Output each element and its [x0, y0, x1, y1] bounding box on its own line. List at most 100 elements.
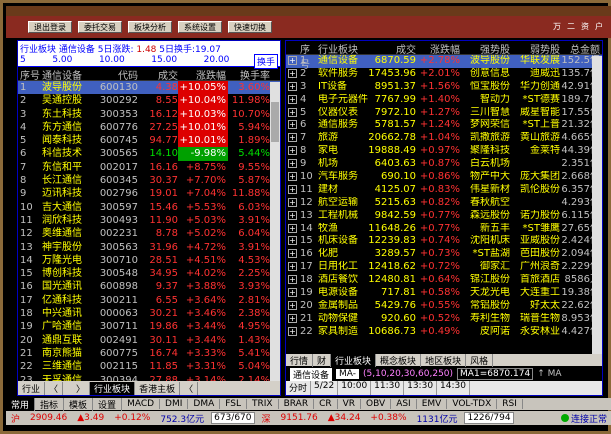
indicator-tab[interactable]: EMV [417, 399, 448, 409]
sector-row[interactable]: +3 IT设备 8951.37 +1.56% 恒宝股份 华力创通 42.91亿 [286, 81, 602, 94]
indicator-tab[interactable]: VOL-TDX [447, 399, 498, 409]
expand-icon[interactable]: + [286, 313, 300, 326]
stock-row[interactable]: 13 神宇股份 300563 31.96 +4.72% 3.91% [18, 241, 280, 254]
stock-row[interactable]: 15 博创科技 300548 34.95 +4.02% 2.25% [18, 267, 280, 280]
toolbar-button-settings[interactable]: 系统设置 [178, 21, 222, 33]
expand-icon[interactable]: + [286, 223, 300, 236]
stock-row[interactable]: 10 吉大通信 300597 15.46 +5.53% 6.03% [18, 201, 280, 214]
stock-row[interactable]: 19 广哈通信 300711 19.86 +3.44% 4.95% [18, 320, 280, 333]
col-change[interactable]: 涨跌幅 [178, 67, 228, 80]
stock-list-scrollbar[interactable] [270, 82, 280, 382]
sector-row[interactable]: +17 日用化工 12418.62 +0.72% 御家汇 广州浪奇 2.229亿 [286, 261, 602, 274]
stock-row[interactable]: 16 国光通讯 600898 9.37 +3.88% 3.93% [18, 280, 280, 293]
ma-toggle[interactable]: ↑ MA [537, 369, 561, 379]
indicator-tab[interactable]: VR [338, 399, 362, 409]
sector-row[interactable]: +12 航空运输 5215.63 +0.82% 春秋航空 4.293亿 [286, 197, 602, 210]
tab-industry-sector[interactable]: 行业板块 [90, 381, 136, 395]
sector-row[interactable]: +20 金属制品 5429.76 +0.55% 常铝股份 好太太 22.62亿 [286, 300, 602, 313]
expand-icon[interactable]: + [286, 158, 300, 171]
expand-icon[interactable]: + [286, 197, 300, 210]
stock-row[interactable]: 21 南京熊猫 600775 16.74 +3.33% 5.41% [18, 347, 280, 360]
sector-row[interactable]: +8 家电 19888.49 +0.97% 聚隆科技 金莱特 44.39亿 [286, 145, 602, 158]
expand-icon[interactable]: + [286, 287, 300, 300]
tab-industry-sector[interactable]: 行业板块 [331, 353, 377, 367]
sector-row[interactable]: +18 酒店餐饮 12480.81 +0.64% 锦江股份 首旅酒店 8586万 [286, 274, 602, 287]
toolbar-button-trade[interactable]: 委托交易 [78, 21, 122, 33]
tab-left-arrow[interactable]: 〈 [180, 381, 199, 395]
sector-row[interactable]: +6 通信服务 5781.57 +1.24% 梦网荣信 *ST上普 21.32亿 [286, 119, 602, 132]
indicator-tab[interactable]: CR [314, 399, 338, 409]
toolbar-button-sector[interactable]: 板块分析 [128, 21, 172, 33]
sector-row[interactable]: +15 机床设备 12239.83 +0.74% 沈阳机床 亚威股份 2.424亿 [286, 235, 602, 248]
sector-row[interactable]: +10 汽车服务 690.10 +0.86% 物产中大 庞大集团 2.668亿 [286, 171, 602, 184]
expand-icon[interactable]: + [286, 300, 300, 313]
sector-row[interactable]: +9 机场 6403.63 +0.87% 白云机场 2.351亿 [286, 158, 602, 171]
sector-row[interactable]: +22 家具制造 10686.73 +0.49% 皮阿诺 永安林业 4.427亿 [286, 326, 602, 339]
sector-row[interactable]: +21 动物保健 920.60 +0.52% 寿利生物 瑞普生物 8.953亿 [286, 313, 602, 326]
expand-icon[interactable]: + [286, 210, 300, 223]
indicator-tab[interactable]: OBV [361, 399, 392, 409]
stock-row[interactable]: 22 三维通信 002115 11.85 +3.31% 5.04% [18, 360, 280, 373]
col-strong[interactable]: 强势股 [460, 41, 510, 56]
sector-row[interactable]: +19 电源设备 717.81 +0.58% 天龙光电 大连重工 19.38亿 [286, 287, 602, 300]
col-change[interactable]: 涨跌幅 [416, 41, 460, 56]
expand-icon[interactable]: + [286, 107, 300, 120]
sector-row[interactable]: +1 通信设备 6870.59 +2.78% 波导股份 华联发展 152.5亿 [286, 55, 602, 68]
toolbar-button-switch[interactable]: 快速切换 [228, 21, 272, 33]
col-sector[interactable]: 行业板块 [318, 41, 368, 56]
sector-list-scrollbar[interactable] [592, 56, 602, 354]
expand-icon[interactable]: + [286, 119, 300, 132]
stock-row[interactable]: 4 东方通信 600776 27.25 +10.01% 5.94% [18, 120, 280, 135]
col-price[interactable]: 成交 [138, 67, 178, 80]
scrollbar-thumb[interactable] [271, 102, 279, 142]
indicator-tab[interactable]: 模板 [64, 397, 94, 411]
expand-icon[interactable]: + [286, 81, 300, 94]
indicator-tab[interactable]: 指标 [35, 397, 65, 411]
stock-row[interactable]: 5 闻泰科技 600745 94.77 +10.01% 1.89% [18, 134, 280, 148]
tab-next-arrow[interactable]: 〉 [72, 381, 91, 395]
stock-row[interactable]: 20 通鼎互联 002491 30.11 +3.44% 1.43% [18, 334, 280, 347]
expand-icon[interactable]: + [286, 274, 300, 287]
stock-row[interactable]: 12 奥维通信 002231 8.78 +5.02% 6.04% [18, 227, 280, 240]
sector-row[interactable]: +7 旅游 20662.78 +1.04% 凯撒旅游 黄山旅游 4.665亿 [286, 132, 602, 145]
indicator-tab[interactable]: 常用 [6, 397, 36, 411]
sector-row[interactable]: +11 建材 4125.07 +0.83% 伟星新材 凯伦股份 6.357亿 [286, 184, 602, 197]
expand-icon[interactable]: + [286, 145, 300, 158]
col-index[interactable]: 序号 [300, 41, 318, 71]
tab-quote[interactable]: 行业 [18, 381, 46, 395]
tab-finance[interactable]: 财 [313, 353, 332, 367]
stock-row[interactable]: 6 科信技术 300565 14.10 -9.98% 5.44% [18, 147, 280, 161]
col-weak[interactable]: 弱势股 [510, 41, 560, 56]
indicator-tab[interactable]: MACD [122, 399, 161, 409]
sector-row[interactable]: +5 仪器仪表 7972.10 +1.27% 三川智慧 威星智能 17.55亿 [286, 107, 602, 120]
indicator-tab[interactable]: RSI [497, 399, 523, 409]
stock-row[interactable]: 8 长江通信 600345 30.37 +7.70% 5.87% [18, 174, 280, 187]
indicator-tab[interactable]: TRIX [247, 399, 279, 409]
stock-row[interactable]: 2 吴通控股 300292 8.55 +10.04% 11.98% [18, 94, 280, 108]
indicator-tab[interactable]: 设置 [93, 397, 123, 411]
tab-quote[interactable]: 行情 [286, 353, 314, 367]
sector-row[interactable]: +14 牧渔 11648.26 +0.77% 新五丰 *ST雏鹰 27.65亿 [286, 223, 602, 236]
turnover-button[interactable]: 换手 [253, 54, 278, 69]
indicator-tab[interactable]: FSL [220, 399, 248, 409]
expand-icon[interactable]: + [286, 68, 300, 81]
expand-icon[interactable]: + [286, 55, 300, 68]
expand-icon[interactable]: + [286, 132, 300, 145]
stock-row[interactable]: 3 东土科技 300353 16.12 +10.03% 10.70% [18, 107, 280, 121]
sector-row[interactable]: +2 软件服务 17453.96 +2.01% 创意信息 迪威迅 135.7亿 [286, 68, 602, 81]
indicator-tab[interactable]: DMI [160, 399, 189, 409]
col-amount[interactable]: 总金额 [560, 41, 600, 56]
tab-hk-main-board[interactable]: 香港主板 [135, 381, 181, 395]
expand-icon[interactable]: + [286, 326, 300, 339]
timeline-label[interactable]: 分时 [286, 381, 312, 395]
indicator-tab[interactable]: ASI [391, 399, 417, 409]
expand-icon[interactable]: + [286, 184, 300, 197]
expand-icon[interactable]: + [286, 235, 300, 248]
tab-style[interactable]: 风格 [466, 353, 494, 367]
stock-row[interactable]: 1 波导股份 600130 4.38 +10.05% 3.60% [18, 81, 280, 95]
stock-row[interactable]: 23 天孚通信 300394 27.88 +3.14% 2.14% [18, 374, 280, 381]
sector-row[interactable]: +4 电子元器件 7767.99 +1.40% 智动力 *ST德赛 189.7亿 [286, 94, 602, 107]
stock-row[interactable]: 17 亿通科技 300211 6.55 +3.64% 2.81% [18, 294, 280, 307]
tab-concept-sector[interactable]: 概念板块 [376, 353, 422, 367]
stock-row[interactable]: 14 万隆光电 300710 28.51 +4.51% 4.53% [18, 254, 280, 267]
